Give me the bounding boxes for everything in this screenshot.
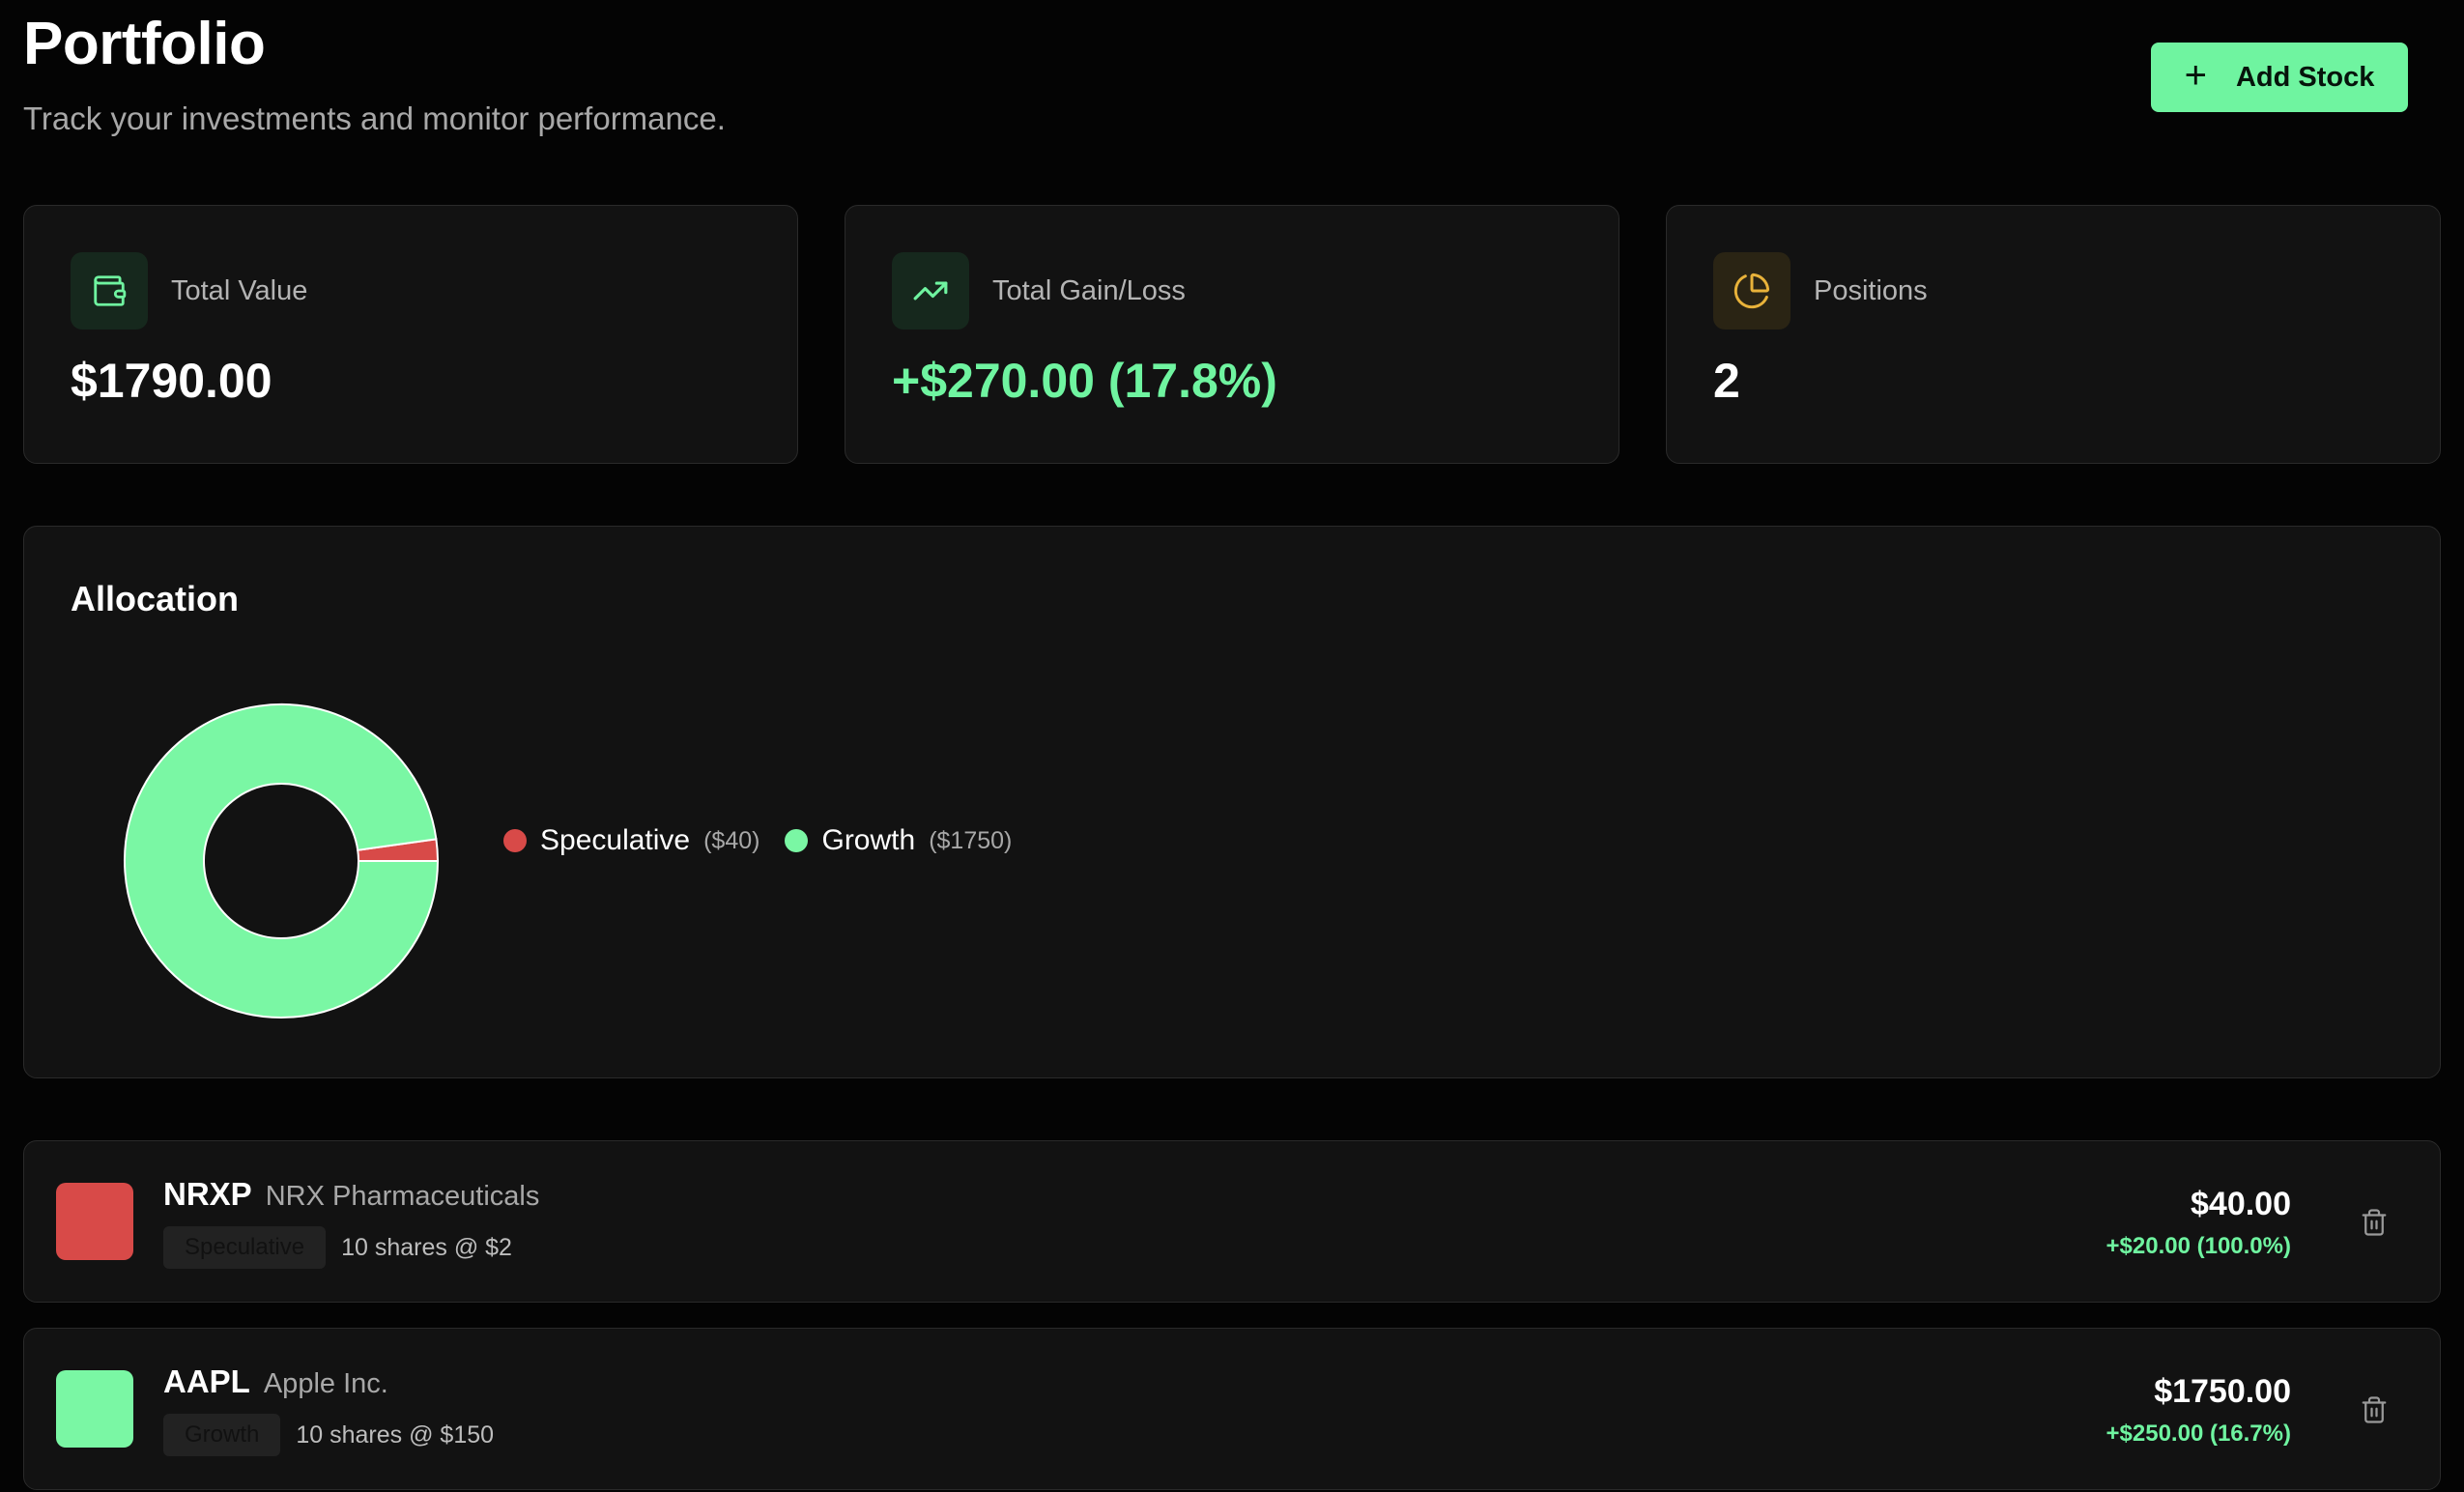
allocation-donut-chart	[124, 703, 440, 1019]
stock-ticker: AAPL Apple Inc.	[163, 1363, 388, 1400]
pie-chart-icon	[1713, 252, 1791, 330]
legend-value: ($40)	[703, 826, 760, 854]
stock-meta: Speculative 10 shares @ $2	[163, 1226, 512, 1269]
stock-list: NRXP NRX Pharmaceuticals Speculative 10 s…	[23, 1140, 2441, 1490]
category-tag: Speculative	[163, 1226, 327, 1269]
stats-row: Total Value $1790.00 Total Gain/Loss +$2…	[23, 205, 2441, 464]
page-title: Portfolio	[23, 11, 266, 77]
stock-amounts: $1750.00 +$250.00 (16.7%)	[2106, 1373, 2291, 1448]
portfolio-page: Portfolio Track your investments and mon…	[0, 0, 2464, 1492]
stat-value-positions: 2	[1713, 354, 1740, 408]
stock-row-nrxp[interactable]: NRXP NRX Pharmaceuticals Speculative 10 s…	[23, 1140, 2441, 1303]
shares-text: 10 shares @ $150	[296, 1420, 495, 1449]
stat-label: Total Value	[171, 274, 308, 306]
stock-gain: +$250.00 (16.7%)	[2106, 1420, 2291, 1447]
legend-dot	[785, 829, 809, 852]
legend-name: Growth	[821, 824, 916, 856]
wallet-icon	[71, 252, 148, 330]
legend-value: ($1750)	[929, 826, 1013, 854]
stat-card-positions: Positions 2	[1666, 205, 2441, 464]
stock-gain: +$20.00 (100.0%)	[2106, 1233, 2291, 1259]
stat-label: Total Gain/Loss	[992, 274, 1186, 306]
stock-amounts: $40.00 +$20.00 (100.0%)	[2106, 1186, 2291, 1260]
plus-icon: +	[2184, 54, 2207, 97]
ticker-symbol: NRXP	[163, 1176, 252, 1212]
category-tag: Growth	[163, 1414, 281, 1456]
shares-text: 10 shares @ $2	[341, 1233, 512, 1261]
legend-dot	[503, 829, 527, 852]
company-name: NRX Pharmaceuticals	[265, 1181, 540, 1212]
page-header: Portfolio Track your investments and mon…	[23, 0, 2441, 205]
stock-meta: Growth 10 shares @ $150	[163, 1414, 494, 1456]
stock-ticker: NRXP NRX Pharmaceuticals	[163, 1176, 539, 1213]
trash-icon[interactable]	[2355, 1201, 2393, 1244]
trending-up-icon	[892, 252, 969, 330]
page-subtitle: Track your investments and monitor perfo…	[23, 100, 726, 136]
stat-card-total-value: Total Value $1790.00	[23, 205, 798, 464]
donut-slice-growth	[124, 703, 440, 1019]
legend-name: Speculative	[540, 824, 691, 856]
stat-value-gain: +$270.00 (17.8%)	[892, 354, 1277, 408]
add-stock-button[interactable]: + Add Stock	[2151, 43, 2408, 112]
trash-icon[interactable]	[2355, 1389, 2393, 1431]
legend-item-speculative: Speculative ($40)	[503, 824, 759, 857]
stat-value-total: $1790.00	[71, 354, 272, 408]
stock-value: $1750.00	[2154, 1373, 2291, 1410]
legend-item-growth: Growth ($1750)	[785, 824, 1012, 857]
stock-color-swatch	[56, 1370, 133, 1448]
allocation-card: Allocation Speculative ($40) Growth ($17…	[23, 526, 2441, 1078]
stat-card-gain-loss: Total Gain/Loss +$270.00 (17.8%)	[845, 205, 1619, 464]
allocation-legend: Speculative ($40) Growth ($1750)	[503, 824, 1012, 857]
stock-row-aapl[interactable]: AAPL Apple Inc. Growth 10 shares @ $150 $…	[23, 1328, 2441, 1490]
add-stock-button-label: Add Stock	[2235, 61, 2375, 93]
stock-color-swatch	[56, 1183, 133, 1260]
allocation-title: Allocation	[71, 579, 240, 618]
stat-label: Positions	[1814, 274, 1928, 306]
company-name: Apple Inc.	[263, 1368, 388, 1399]
ticker-symbol: AAPL	[163, 1363, 250, 1399]
stock-value: $40.00	[2191, 1186, 2291, 1222]
